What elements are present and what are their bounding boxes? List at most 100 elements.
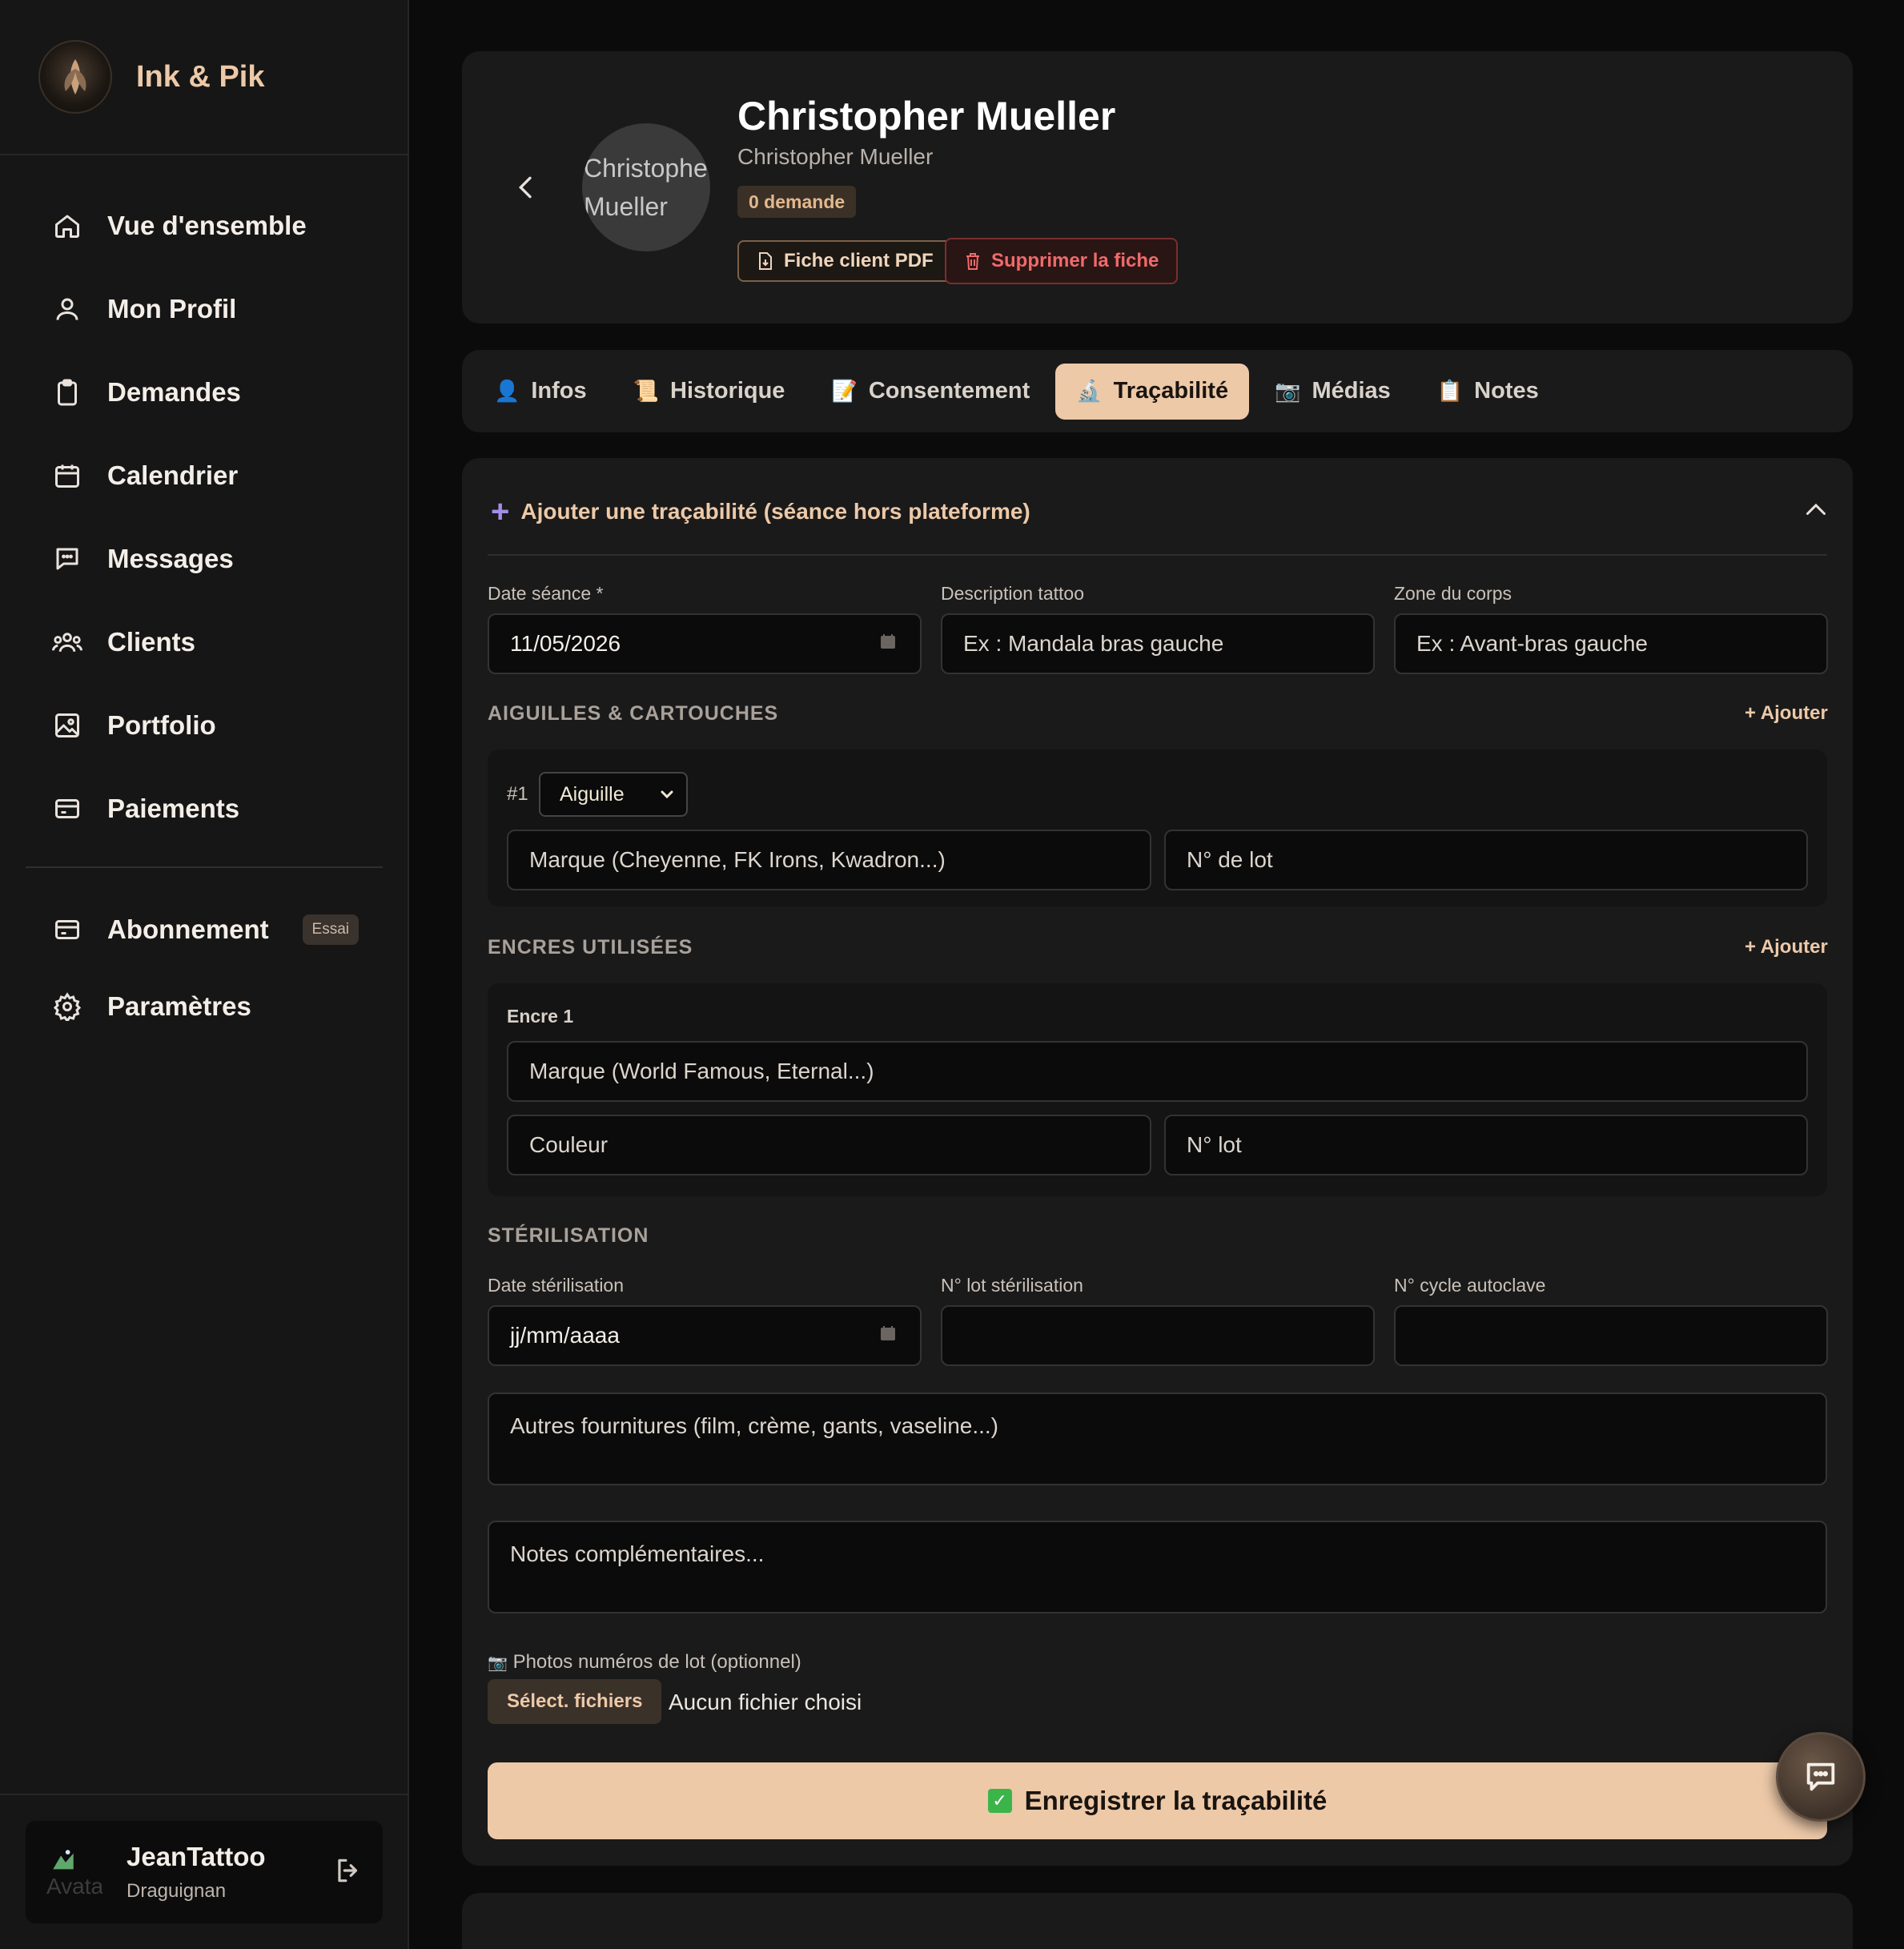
sidebar-item-clients[interactable]: Clients [26, 601, 384, 684]
sidebar-item-label: Clients [107, 627, 196, 657]
supplies-textarea[interactable]: Autres fournitures (film, crème, gants, … [488, 1392, 1827, 1485]
calendar-icon[interactable] [878, 631, 898, 657]
sidebar-divider [26, 866, 383, 868]
needle-item: #1 Aiguille Marque (Cheyenne, FK Irons, … [488, 749, 1827, 906]
needle-type-select[interactable]: Aiguille [539, 772, 688, 817]
client-avatar: Christopher Mueller [582, 123, 710, 251]
sidebar-item-label: Portfolio [107, 710, 216, 740]
pdf-button[interactable]: Fiche client PDF [737, 240, 953, 282]
tab-infos[interactable]: 👤 Infos [494, 364, 608, 420]
check-icon: ✓ [987, 1789, 1012, 1813]
user-card[interactable]: Avatar JeanTattoo Draguignan [26, 1821, 383, 1923]
plus-icon: + [491, 494, 510, 529]
sidebar-item-profile[interactable]: Mon Profil [26, 267, 384, 351]
needle-lot-input[interactable]: N° de lot [1164, 830, 1808, 890]
sidebar-item-calendar[interactable]: Calendrier [26, 434, 384, 517]
sidebar-divider [0, 1794, 409, 1795]
form-header[interactable]: + Ajouter une traçabilité (séance hors p… [491, 490, 1830, 533]
sidebar-item-label: Mon Profil [107, 294, 237, 323]
trash-icon [964, 251, 982, 271]
tab-media[interactable]: 📷 Médias [1254, 364, 1412, 420]
back-chevron-icon[interactable] [510, 171, 542, 207]
ink-color-input[interactable]: Couleur [507, 1115, 1151, 1175]
broken-image-icon [53, 1850, 74, 1870]
inks-section-title: ENCRES UTILISÉES [488, 936, 693, 958]
clipboard-icon [51, 376, 83, 408]
autoclave-cycle-input[interactable] [1394, 1305, 1828, 1366]
user-icon [51, 293, 83, 325]
sidebar: Ink & Pik Vue d'ensemble Mon Profil Dema… [0, 0, 409, 1949]
notes-textarea[interactable]: Notes complémentaires... [488, 1521, 1827, 1613]
user-name: JeanTattoo [127, 1842, 266, 1871]
chat-button[interactable] [1776, 1732, 1866, 1822]
delete-button[interactable]: Supprimer la fiche [945, 238, 1179, 284]
body-zone-input[interactable]: Ex : Avant-bras gauche [1394, 613, 1828, 674]
body-zone-label: Zone du corps [1394, 583, 1512, 604]
sidebar-item-requests[interactable]: Demandes [26, 351, 384, 434]
file-select-button[interactable]: Sélect. fichiers [488, 1679, 662, 1724]
needles-section-title: AIGUILLES & CARTOUCHES [488, 702, 779, 725]
description-input[interactable]: Ex : Mandala bras gauche [941, 613, 1375, 674]
sidebar-item-portfolio[interactable]: Portfolio [26, 684, 384, 767]
tab-history[interactable]: 📜 Historique [613, 364, 806, 420]
date-input[interactable]: 11/05/2026 [488, 613, 922, 674]
avatar: Avatar [45, 1843, 102, 1901]
sidebar-item-payments[interactable]: Paiements [26, 767, 384, 850]
camera-icon: 📷 [1275, 379, 1301, 403]
sidebar-item-label: Messages [107, 544, 234, 573]
user-info: JeanTattoo Draguignan [127, 1842, 266, 1903]
trial-badge: Essai [302, 914, 359, 945]
traceability-form: + Ajouter une traçabilité (séance hors p… [462, 458, 1853, 1866]
scroll-icon: 📜 [633, 379, 660, 403]
chevron-up-icon[interactable] [1802, 496, 1830, 528]
sidebar-item-overview[interactable]: Vue d'ensemble [26, 184, 384, 267]
camera-icon: 📷 [488, 1654, 508, 1672]
tab-consent[interactable]: 📝 Consentement [810, 364, 1050, 420]
gear-icon [51, 991, 83, 1023]
add-ink-button[interactable]: + Ajouter [1745, 936, 1828, 958]
requests-badge: 0 demande [737, 186, 857, 218]
needle-brand-input[interactable]: Marque (Cheyenne, FK Irons, Kwadron...) [507, 830, 1151, 890]
add-needle-button[interactable]: + Ajouter [1745, 702, 1828, 725]
description-label: Description tattoo [941, 583, 1084, 604]
form-title: Ajouter une traçabilité (séance hors pla… [520, 499, 1030, 524]
user-city: Draguignan [127, 1880, 227, 1902]
sidebar-item-label: Abonnement [107, 914, 269, 944]
sidebar-item-subscription[interactable]: Abonnement Essai [26, 891, 384, 968]
users-icon [51, 626, 83, 658]
calendar-icon[interactable] [878, 1323, 898, 1348]
calendar-icon [51, 460, 83, 492]
sterilization-date-input[interactable]: jj/mm/aaaa [488, 1305, 922, 1366]
sterilization-section-title: STÉRILISATION [488, 1224, 649, 1247]
ink-item: Encre 1 Marque (World Famous, Eternal...… [488, 983, 1827, 1196]
microscope-icon: 🔬 [1076, 379, 1103, 403]
chevron-down-icon [657, 785, 677, 810]
ink-lot-input[interactable]: N° lot [1164, 1115, 1808, 1175]
tab-bar: 👤 Infos 📜 Historique 📝 Consentement 🔬 Tr… [462, 350, 1853, 432]
sidebar-divider [0, 154, 409, 155]
brand[interactable]: Ink & Pik [38, 37, 265, 117]
tab-notes[interactable]: 📋 Notes [1416, 364, 1560, 420]
sidebar-item-label: Calendrier [107, 460, 239, 490]
clipboard-icon: 📋 [1436, 379, 1464, 403]
sidebar-item-settings[interactable]: Paramètres [26, 968, 384, 1045]
ink-brand-input[interactable]: Marque (World Famous, Eternal...) [507, 1041, 1808, 1102]
ink-label: Encre 1 [507, 1006, 574, 1027]
sidebar-nav: Vue d'ensemble Mon Profil Demandes Calen… [26, 184, 384, 850]
logout-icon[interactable] [333, 1855, 364, 1890]
sterilization-lot-label: N° lot stérilisation [941, 1275, 1083, 1296]
chat-icon [1806, 1762, 1835, 1791]
form-divider [488, 554, 1827, 556]
sidebar-item-label: Vue d'ensemble [107, 211, 307, 240]
sterilization-date-label: Date stérilisation [488, 1275, 625, 1296]
client-header: Christopher Mueller Christopher Mueller … [462, 51, 1853, 323]
file-icon [757, 251, 774, 271]
next-section-card [462, 1893, 1853, 1949]
tab-traceability[interactable]: 🔬 Traçabilité [1055, 363, 1250, 420]
sidebar-item-messages[interactable]: Messages [26, 517, 384, 601]
sidebar-item-label: Demandes [107, 377, 241, 407]
home-icon [51, 210, 83, 242]
sterilization-lot-input[interactable] [941, 1305, 1375, 1366]
client-name: Christopher Mueller [737, 94, 1116, 139]
save-traceability-button[interactable]: ✓ Enregistrer la traçabilité [488, 1762, 1827, 1839]
